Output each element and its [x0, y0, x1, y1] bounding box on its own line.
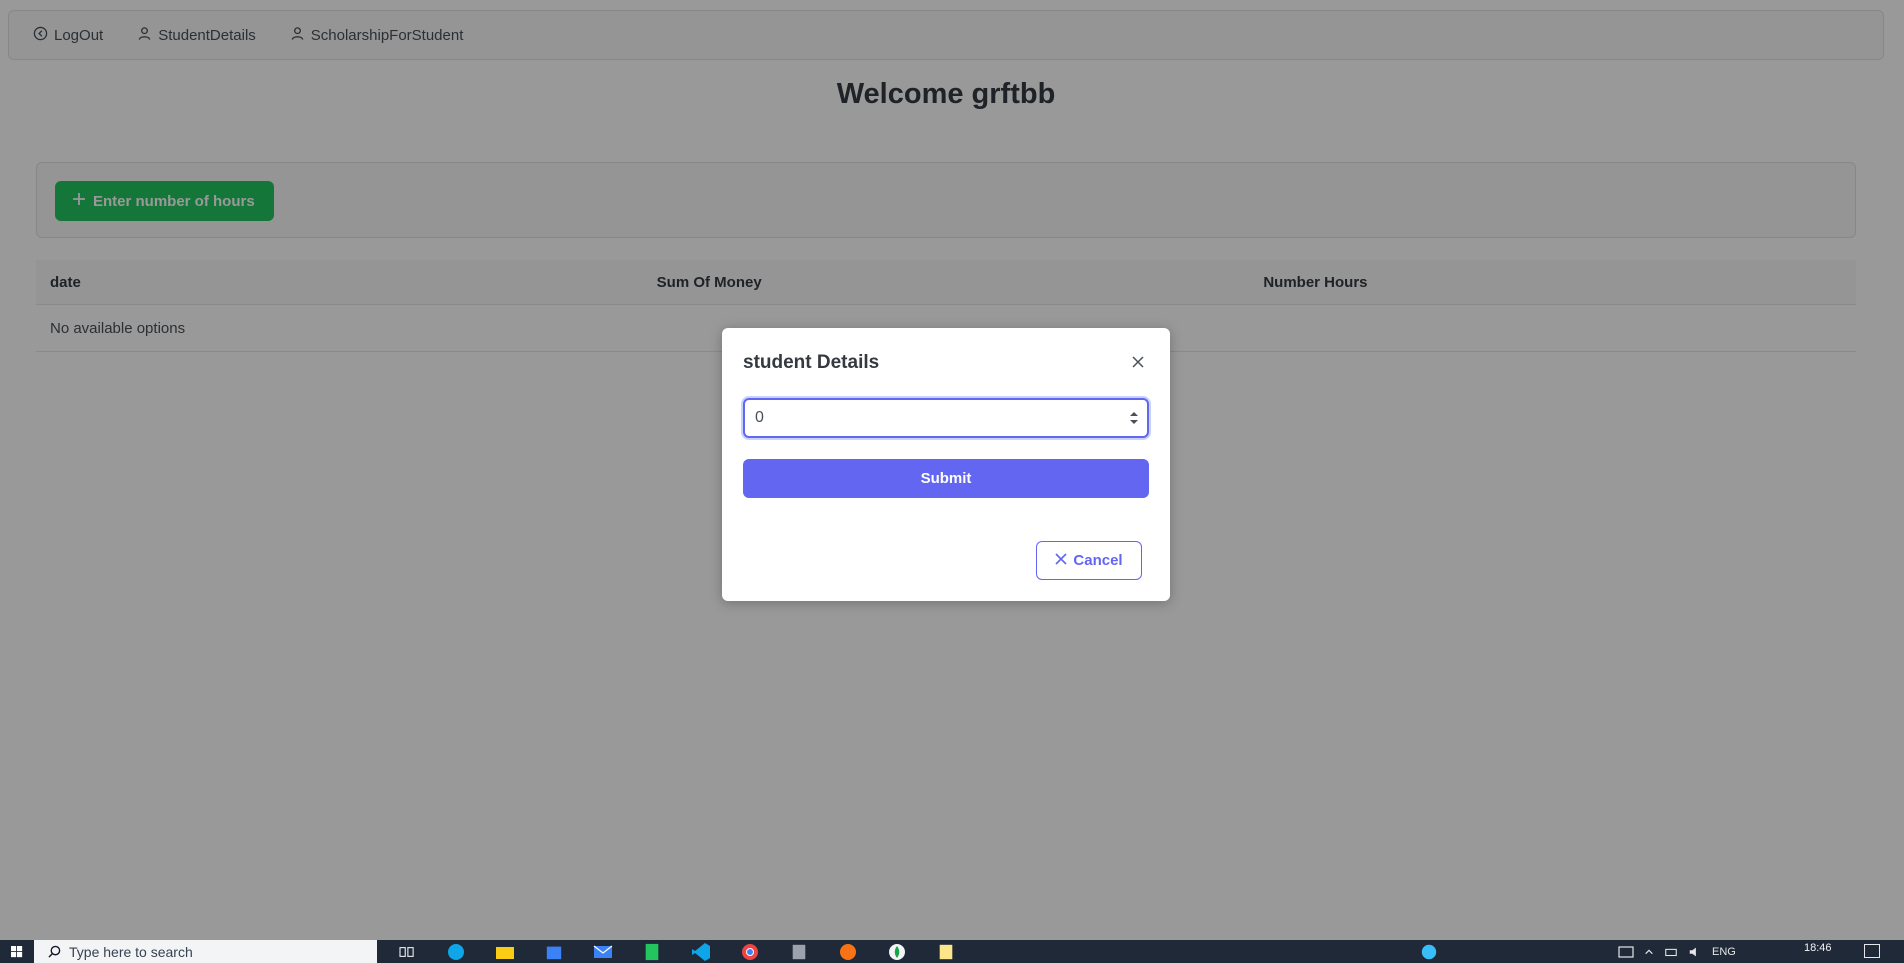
file-explorer-icon[interactable]	[491, 941, 518, 963]
store-icon[interactable]	[540, 941, 567, 963]
taskbar-clock[interactable]: 18:46	[1804, 942, 1832, 954]
taskbar-search[interactable]: Type here to search	[34, 940, 377, 963]
help-icon[interactable]	[1420, 943, 1438, 961]
app-gray-icon[interactable]	[785, 941, 812, 963]
notepad-icon[interactable]	[932, 941, 959, 963]
dialog-title: student Details	[743, 352, 880, 373]
chevron-up-icon[interactable]	[1644, 947, 1654, 957]
windows-taskbar: Type here to search ENG 18:46	[0, 940, 1904, 963]
cancel-button[interactable]: Cancel	[1036, 541, 1142, 580]
system-tray: ENG	[1420, 940, 1736, 963]
notification-icon[interactable]	[1864, 944, 1880, 958]
hours-number-input[interactable]	[743, 398, 1149, 438]
network-icon[interactable]	[1664, 946, 1678, 958]
edge-icon[interactable]	[442, 941, 469, 963]
volume-icon[interactable]	[1688, 946, 1702, 958]
task-view-icon[interactable]	[393, 941, 420, 963]
app-leaf-icon[interactable]	[883, 941, 910, 963]
app-green-icon[interactable]	[638, 941, 665, 963]
close-button[interactable]	[1124, 350, 1152, 378]
search-placeholder: Type here to search	[69, 943, 193, 960]
mail-icon[interactable]	[589, 941, 616, 963]
submit-button[interactable]: Submit	[743, 459, 1149, 498]
search-icon	[48, 945, 61, 958]
stepper-icon[interactable]	[1128, 408, 1140, 428]
close-icon	[1131, 355, 1145, 374]
pinned-apps	[393, 941, 959, 963]
student-details-dialog: student Details Submit Cancel	[722, 328, 1170, 601]
keyboard-icon[interactable]	[1618, 945, 1634, 958]
cancel-label: Cancel	[1073, 552, 1123, 569]
windows-icon	[11, 945, 23, 957]
chrome-icon[interactable]	[736, 941, 763, 963]
app-orange-icon[interactable]	[834, 941, 861, 963]
start-button[interactable]	[0, 940, 34, 963]
vscode-icon[interactable]	[687, 941, 714, 963]
language-indicator[interactable]: ENG	[1712, 946, 1736, 958]
close-icon	[1055, 552, 1067, 569]
